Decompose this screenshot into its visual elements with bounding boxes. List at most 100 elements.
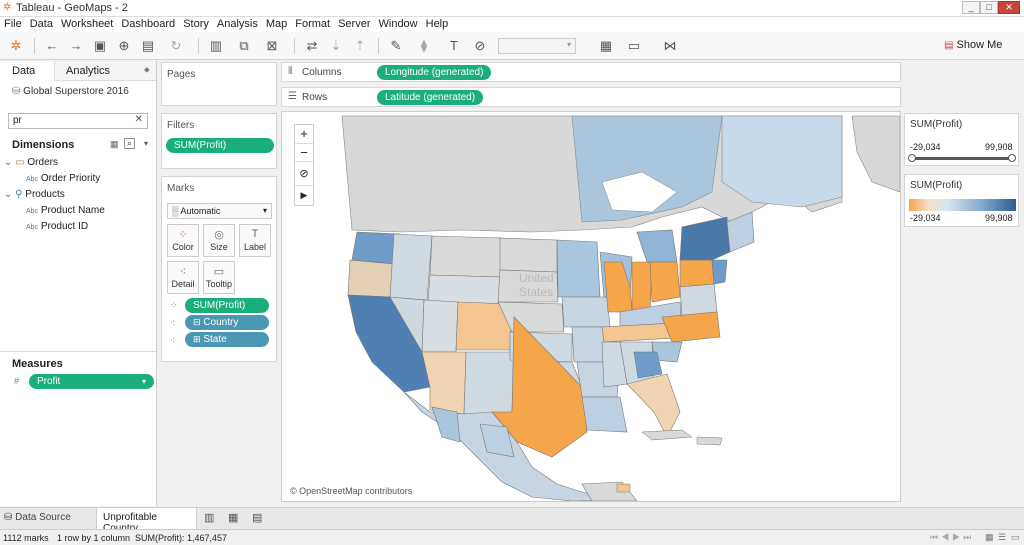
marks-sum-profit-pill[interactable]: SUM(Profit) xyxy=(185,298,269,313)
menu-dashboard[interactable]: Dashboard xyxy=(117,17,179,31)
new-datasource-icon[interactable]: ⊕ xyxy=(114,37,134,55)
range-slider-min-handle[interactable] xyxy=(908,154,916,162)
view-cards-icon[interactable]: ▦ xyxy=(596,37,616,55)
louisiana[interactable] xyxy=(581,396,628,433)
tableau-home-icon[interactable]: ✲ xyxy=(6,37,26,55)
sheet-nav-icons[interactable]: ⏮◀▶⏭ xyxy=(930,532,974,543)
labels-icon[interactable]: T xyxy=(444,37,464,55)
tab-data-source[interactable]: ⛁ Data Source xyxy=(4,512,71,523)
tab-data[interactable]: Data xyxy=(0,61,55,81)
tab-unprofitable-country[interactable]: Unprofitable Country xyxy=(96,508,197,534)
zoom-out-button[interactable]: − xyxy=(295,143,313,161)
longitude-pill[interactable]: Longitude (generated) xyxy=(377,65,492,80)
menu-file[interactable]: File xyxy=(0,17,26,31)
ohio[interactable] xyxy=(649,261,681,303)
map-view[interactable]: United States + − ⊘ ▶ © OpenStreetMap co… xyxy=(281,111,901,502)
new-jersey[interactable] xyxy=(711,259,728,285)
idaho[interactable] xyxy=(389,233,433,301)
hispaniola[interactable] xyxy=(696,436,723,446)
iowa[interactable] xyxy=(561,296,611,328)
folder-products[interactable]: ⌄ ⚲ Products xyxy=(4,189,65,200)
tab-analytics[interactable]: Analytics xyxy=(66,65,110,77)
menu-help[interactable]: Help xyxy=(422,17,453,31)
sheet-sorter-icon[interactable]: ▦ xyxy=(985,532,994,543)
mark-size-button[interactable]: ◎ Size xyxy=(203,224,235,257)
mark-type-dropdown[interactable]: ▒ Automatic ▾ xyxy=(167,203,272,219)
minimize-button[interactable]: _ xyxy=(962,1,980,14)
pane-menu-icon[interactable]: ⬥ xyxy=(144,65,150,75)
reset-map-icon[interactable]: ⊘ xyxy=(295,161,313,185)
new-dashboard-tab-icon[interactable]: ▦ xyxy=(228,511,238,524)
filters-shelf[interactable]: Filters SUM(Profit) xyxy=(161,113,277,169)
presentation-icon[interactable]: ▭ xyxy=(624,37,644,55)
swap-icon[interactable]: ⇄ xyxy=(302,37,322,55)
folder-orders[interactable]: ⌄ ▭ Orders xyxy=(4,157,58,168)
redo-icon[interactable]: → xyxy=(66,37,86,55)
fit-dropdown[interactable]: ▾ xyxy=(498,38,576,54)
pennsylvania[interactable] xyxy=(679,259,715,288)
measure-profit-pill[interactable]: Profit ▾ xyxy=(29,374,154,389)
field-product-name[interactable]: Abc Product Name xyxy=(26,205,105,216)
columns-shelf[interactable]: ⦀ Columns Longitude (generated) xyxy=(281,62,901,82)
menu-window[interactable]: Window xyxy=(375,17,422,31)
datasource-item[interactable]: ⛁ Global Superstore 2016 xyxy=(12,86,129,97)
share-icon[interactable]: ⋈ xyxy=(660,37,680,55)
north-dakota[interactable] xyxy=(499,237,558,273)
latitude-pill[interactable]: Latitude (generated) xyxy=(377,90,484,105)
menu-map[interactable]: Map xyxy=(262,17,291,31)
menu-format[interactable]: Format xyxy=(291,17,334,31)
menu-worksheet[interactable]: Worksheet xyxy=(57,17,117,31)
rows-shelf[interactable]: ☰ Rows Latitude (generated) xyxy=(281,87,901,107)
mark-color-button[interactable]: ⁘ Color xyxy=(167,224,199,257)
refresh-icon[interactable]: ↻ xyxy=(166,37,186,55)
oregon[interactable] xyxy=(347,259,395,298)
dimensions-menu-icon[interactable]: ▾ xyxy=(144,139,148,148)
show-me-button[interactable]: ▤ Show Me xyxy=(944,39,1002,51)
clear-sheet-icon[interactable]: ⊠ xyxy=(262,37,282,55)
marks-country-pill[interactable]: ⊟ Country xyxy=(185,315,269,330)
utah[interactable] xyxy=(421,299,459,353)
menu-analysis[interactable]: Analysis xyxy=(213,17,262,31)
range-slider-track[interactable] xyxy=(912,157,1012,160)
montana[interactable] xyxy=(429,235,503,278)
minnesota[interactable] xyxy=(556,239,601,298)
indiana[interactable] xyxy=(631,261,653,313)
virginia[interactable] xyxy=(679,283,718,318)
pause-updates-icon[interactable]: ▤ xyxy=(138,37,158,55)
north-carolina[interactable] xyxy=(661,311,721,343)
field-product-id[interactable]: Abc Product ID xyxy=(26,221,88,232)
highlight-icon[interactable]: ✎ xyxy=(386,37,406,55)
menu-story[interactable]: Story xyxy=(179,17,213,31)
view-grid-icon[interactable]: ▦ xyxy=(110,139,119,150)
range-slider-max-handle[interactable] xyxy=(1008,154,1016,162)
close-button[interactable]: ✕ xyxy=(998,1,1020,14)
georgia[interactable] xyxy=(633,351,663,379)
mark-label-button[interactable]: T Label xyxy=(239,224,271,257)
field-order-priority[interactable]: Abc Order Priority xyxy=(26,173,100,184)
mark-detail-button[interactable]: ⁖ Detail xyxy=(167,261,199,294)
tabs-view-icon[interactable]: ▭ xyxy=(1011,532,1020,543)
undo-icon[interactable]: ← xyxy=(42,37,62,55)
menu-data[interactable]: Data xyxy=(26,17,57,31)
pages-shelf[interactable]: Pages xyxy=(161,62,277,106)
menu-server[interactable]: Server xyxy=(334,17,374,31)
fix-axes-icon[interactable]: ⊘ xyxy=(470,37,490,55)
filter-sum-profit-pill[interactable]: SUM(Profit) xyxy=(166,138,274,153)
new-story-tab-icon[interactable]: ▤ xyxy=(252,511,262,524)
sort-descending-icon[interactable]: ⇡ xyxy=(350,37,370,55)
sort-ascending-icon[interactable]: ⇣ xyxy=(326,37,346,55)
group-icon[interactable]: ⧫ xyxy=(414,37,434,55)
filmstrip-icon[interactable]: ☰ xyxy=(998,532,1006,543)
new-mexico[interactable] xyxy=(463,351,515,415)
map-attribution[interactable]: © OpenStreetMap contributors xyxy=(290,486,412,496)
new-worksheet-icon[interactable]: ▥ xyxy=(206,37,226,55)
new-worksheet-tab-icon[interactable]: ▥ xyxy=(204,511,214,524)
zoom-in-button[interactable]: + xyxy=(295,125,313,143)
clear-search-icon[interactable]: ✕ xyxy=(135,114,143,125)
honduras[interactable] xyxy=(616,483,631,493)
choropleth-map[interactable]: United States xyxy=(282,112,900,501)
canada-east[interactable] xyxy=(721,115,843,208)
save-icon[interactable]: ▣ xyxy=(90,37,110,55)
maximize-button[interactable]: □ xyxy=(980,1,998,14)
duplicate-sheet-icon[interactable]: ⧉ xyxy=(234,37,254,55)
